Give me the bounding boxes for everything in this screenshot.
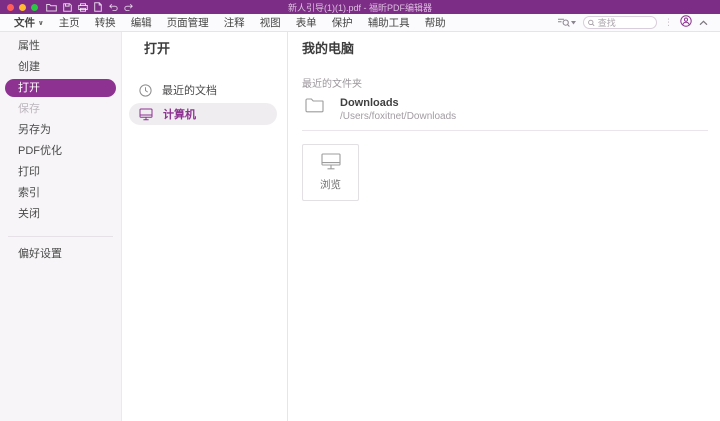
search-icon [588,19,595,27]
menu-convert[interactable]: 转换 [95,15,116,30]
monitor-icon [321,153,341,170]
open-panel-title: 打开 [122,41,287,57]
sidebar-item-create[interactable]: 创建 [0,57,121,78]
sidebar-item-index[interactable]: 索引 [0,183,121,204]
recent-folder-row-downloads[interactable]: Downloads /Users/foxitnet/Downloads [302,97,708,122]
clock-icon [139,84,152,97]
menu-help[interactable]: 帮助 [425,15,446,30]
folders-divider [302,130,708,131]
browse-button[interactable]: 浏览 [302,144,359,201]
my-computer-title: 我的电脑 [302,41,708,57]
find-replace-icon[interactable] [557,17,576,28]
undo-icon[interactable] [108,3,118,11]
minimize-window-button[interactable] [19,4,26,11]
open-item-recent-documents[interactable]: 最近的文档 [129,79,277,101]
sidebar-divider [8,236,113,237]
menu-comment[interactable]: 注释 [224,15,245,30]
sidebar-item-preferences[interactable]: 偏好设置 [0,244,121,265]
file-menu-sidebar: 属性 创建 打开 保存 另存为 PDF优化 打印 索引 关闭 偏好设置 [0,32,122,421]
menu-form[interactable]: 表单 [296,15,317,30]
titlebar: 新人引导(1)(1).pdf - 福昕PDF编辑器 [0,0,720,14]
quick-access-toolbar [46,2,134,12]
open-panel: 打开 最近的文档 计算机 [122,32,288,421]
search-field[interactable] [583,16,657,29]
save-icon[interactable] [63,3,72,12]
menu-protect[interactable]: 保护 [332,15,353,30]
computer-icon [139,108,153,121]
menu-file-label: 文件 [14,15,35,30]
menu-accessibility[interactable]: 辅助工具 [368,15,410,30]
redo-icon[interactable] [124,3,134,11]
open-item-label: 计算机 [163,106,196,122]
folder-meta: Downloads /Users/foxitnet/Downloads [340,97,456,122]
sidebar-item-properties[interactable]: 属性 [0,36,121,57]
print-icon[interactable] [78,3,88,12]
menu-page-management[interactable]: 页面管理 [167,15,209,30]
sidebar-item-pdf-optimize[interactable]: PDF优化 [0,141,121,162]
menubar: 文件 ∨ 主页 转换 编辑 页面管理 注释 视图 表单 保护 辅助工具 帮助 ⋮ [0,14,720,32]
chevron-down-icon: ∨ [38,19,44,27]
search-input[interactable] [598,18,652,28]
open-item-label: 最近的文档 [162,82,217,98]
sidebar-item-save[interactable]: 保存 [0,99,121,120]
my-computer-panel: 我的电脑 最近的文件夹 Downloads /Users/foxitnet/Do… [288,32,720,421]
collapse-toolbar-icon[interactable] [699,17,708,29]
account-icon[interactable] [680,15,692,30]
recent-folders-label: 最近的文件夹 [302,75,708,90]
open-location-list: 最近的文档 计算机 [122,79,287,125]
sidebar-item-print[interactable]: 打印 [0,162,121,183]
menu-file[interactable]: 文件 ∨ [14,15,44,30]
open-item-computer[interactable]: 计算机 [129,103,277,125]
open-folder-icon[interactable] [46,3,57,12]
sidebar-item-open[interactable]: 打开 [5,79,116,97]
new-document-icon[interactable] [94,2,102,12]
maximize-window-button[interactable] [31,4,38,11]
menu-home[interactable]: 主页 [59,15,80,30]
folder-name: Downloads [340,97,456,109]
menubar-right-tools: ⋮ [557,15,708,30]
folder-path: /Users/foxitnet/Downloads [340,111,456,122]
app-window: 新人引导(1)(1).pdf - 福昕PDF编辑器 文件 ∨ 主页 转换 编辑 … [0,0,720,421]
sidebar-item-close[interactable]: 关闭 [0,204,121,225]
sidebar-item-save-as[interactable]: 另存为 [0,120,121,141]
menu-view[interactable]: 视图 [260,15,281,30]
browse-label: 浏览 [320,177,341,192]
close-window-button[interactable] [7,4,14,11]
toolbar-divider-dots: ⋮ [664,18,673,27]
menu-edit[interactable]: 编辑 [131,15,152,30]
backstage-view: 属性 创建 打开 保存 另存为 PDF优化 打印 索引 关闭 偏好设置 打开 最… [0,32,720,421]
folder-icon [305,97,324,113]
traffic-lights [7,4,38,11]
